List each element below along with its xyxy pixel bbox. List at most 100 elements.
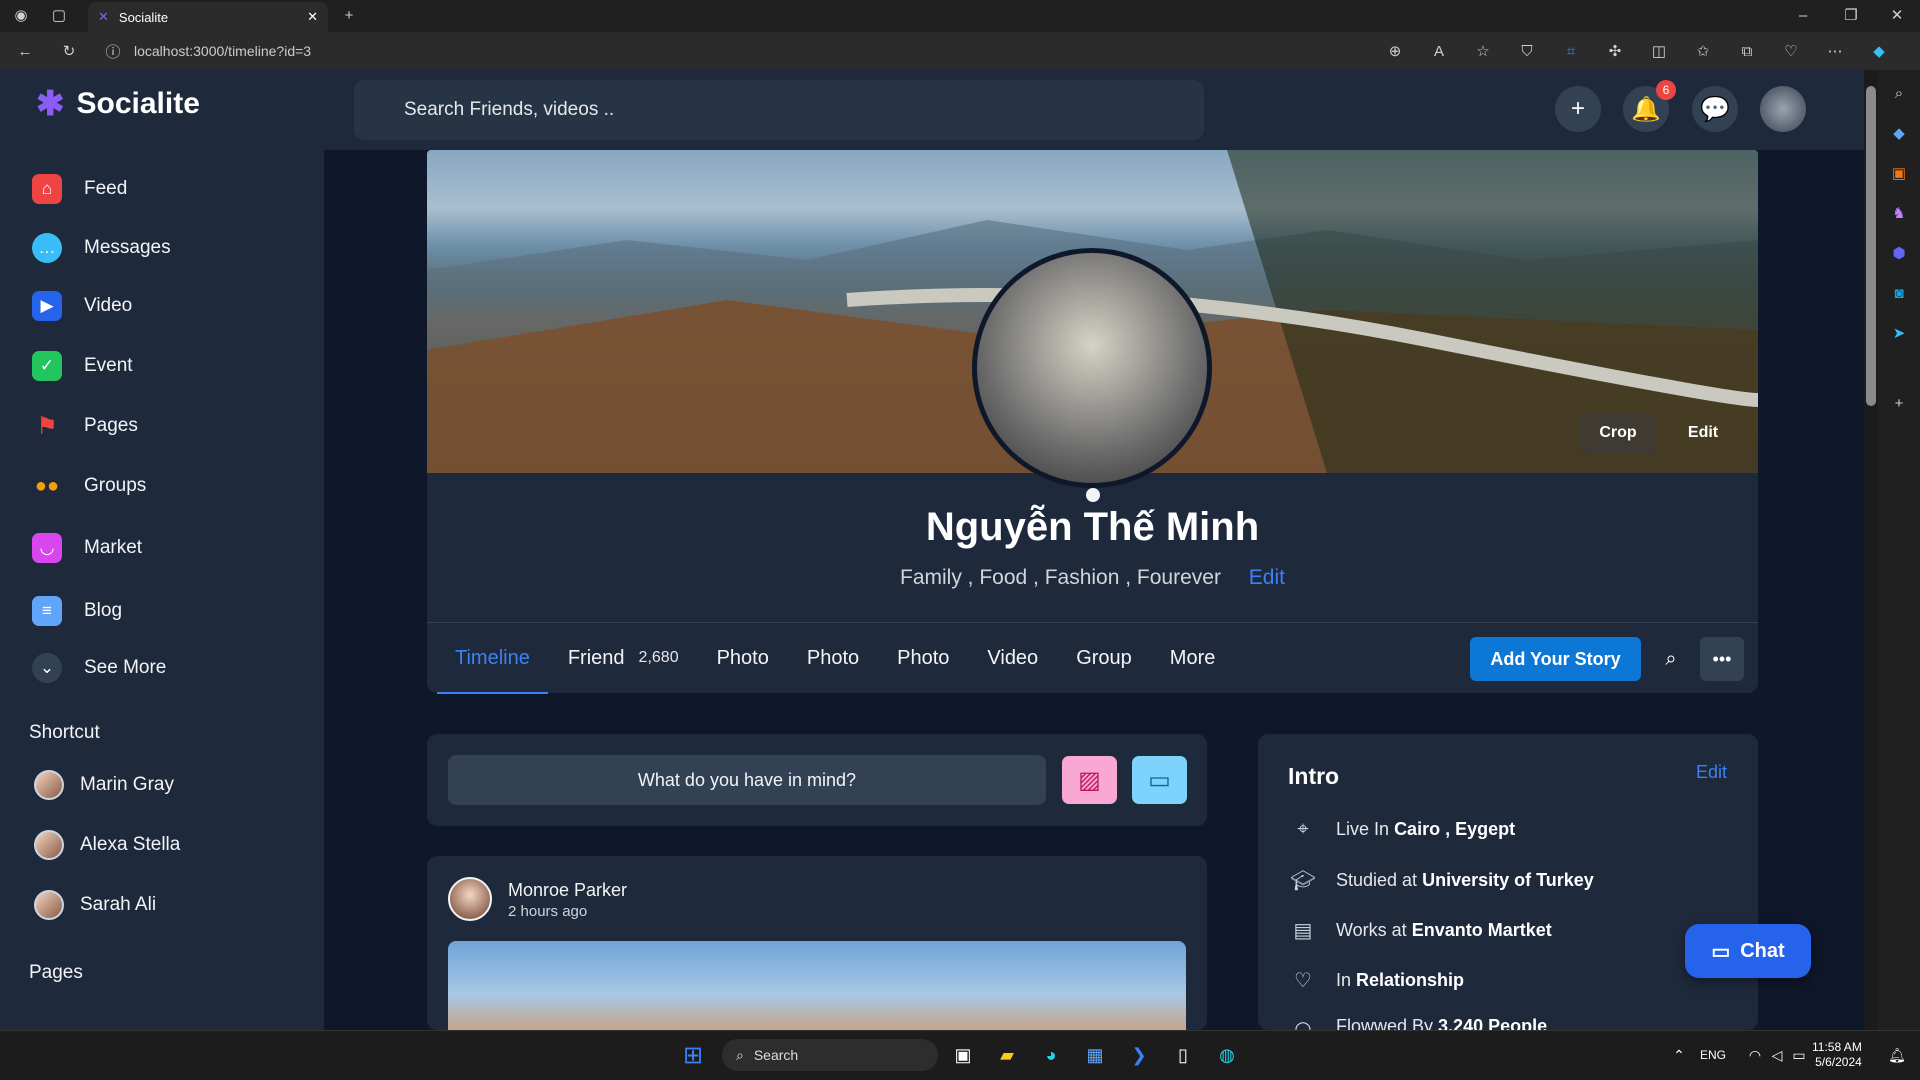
browser-tab[interactable]: ✕ Socialite ✕: [88, 2, 328, 32]
tab-more[interactable]: More: [1170, 623, 1216, 694]
taskbar-search-label: Search: [753, 1047, 799, 1063]
sidebar-item-market[interactable]: ◡ Market: [32, 533, 142, 563]
tag-icon[interactable]: ◆: [1888, 122, 1910, 144]
more-options-icon[interactable]: •••: [1700, 637, 1744, 681]
site-info-icon[interactable]: ⓘ: [102, 40, 124, 62]
profile-avatar[interactable]: [972, 248, 1212, 488]
games-icon[interactable]: ♞: [1888, 202, 1910, 224]
file-explorer-icon[interactable]: ▰: [992, 1040, 1022, 1070]
avatar: [34, 830, 64, 860]
search-input[interactable]: Search Friends, videos ..: [354, 80, 1204, 140]
tab-photo[interactable]: Photo: [807, 623, 859, 694]
composer-input[interactable]: What do you have in mind?: [448, 755, 1046, 805]
add-icon[interactable]: +: [1888, 392, 1910, 414]
url-field[interactable]: localhost:3000/timeline?id=3: [134, 43, 311, 59]
logo-text: Socialite: [76, 87, 200, 120]
tab-actions-icon[interactable]: ▢: [48, 4, 70, 26]
refresh-icon[interactable]: ↻: [58, 40, 80, 62]
video-upload-icon[interactable]: ▭: [1132, 756, 1187, 804]
search-icon[interactable]: ⌕: [1888, 82, 1910, 104]
collections-icon[interactable]: ⧉: [1736, 40, 1758, 62]
shortcut-name: Marin Gray: [80, 774, 174, 795]
sidebar-item-groups[interactable]: ●● Groups: [32, 471, 146, 501]
minimize-icon[interactable]: –: [1792, 4, 1814, 26]
favorites-icon[interactable]: ✩: [1692, 40, 1714, 62]
shortcut-item[interactable]: Sarah Ali: [34, 890, 156, 920]
sidebar-item-video[interactable]: ▶ Video: [32, 291, 132, 321]
crop-cover-button[interactable]: Crop: [1580, 413, 1656, 453]
profile-icon[interactable]: ◉: [10, 4, 32, 26]
add-story-button[interactable]: Add Your Story: [1470, 637, 1641, 681]
vscode-icon[interactable]: ❯: [1124, 1040, 1154, 1070]
shield-icon[interactable]: ⛉: [1516, 40, 1538, 62]
tab-group[interactable]: Group: [1076, 623, 1132, 694]
tab-timeline[interactable]: Timeline: [437, 623, 548, 694]
tab-video[interactable]: Video: [987, 623, 1038, 694]
shortcut-item[interactable]: Alexa Stella: [34, 830, 180, 860]
performance-icon[interactable]: ♡: [1780, 40, 1802, 62]
clock-date: 5/6/2024: [1815, 1055, 1862, 1069]
task-view-icon[interactable]: ▣: [948, 1040, 978, 1070]
edge-browser-icon[interactable]: ◕: [1036, 1040, 1066, 1070]
more-menu-icon[interactable]: ⋯: [1824, 40, 1846, 62]
tab-photo[interactable]: Photo: [717, 623, 769, 694]
windows-start-icon[interactable]: ⊞: [678, 1040, 708, 1070]
edit-tags-link[interactable]: Edit: [1249, 566, 1285, 589]
intro-edit-link[interactable]: Edit: [1696, 762, 1727, 783]
photo-upload-icon[interactable]: ▨: [1062, 756, 1117, 804]
avatar[interactable]: [448, 877, 492, 921]
logo[interactable]: ✱ Socialite: [36, 84, 200, 124]
battery-icon[interactable]: ▭: [1784, 1040, 1814, 1070]
back-icon[interactable]: ←: [14, 40, 36, 62]
copilot-icon[interactable]: ◆: [1868, 40, 1890, 62]
chat-button[interactable]: ▭ Chat: [1685, 924, 1811, 978]
restore-icon[interactable]: ❐: [1840, 4, 1862, 26]
post-image[interactable]: [448, 941, 1186, 1030]
browser-tab-bar: ◉ ▢ ✕ Socialite ✕ + – ❐ ✕: [0, 0, 1920, 32]
tab-photo[interactable]: Photo: [897, 623, 949, 694]
create-plus-icon[interactable]: +: [1555, 86, 1601, 132]
read-aloud-icon[interactable]: A: [1428, 40, 1450, 62]
sidebar-item-messages[interactable]: … Messages: [32, 233, 171, 263]
messages-icon[interactable]: 💬: [1692, 86, 1738, 132]
clock[interactable]: 11:58 AM 5/6/2024: [1812, 1040, 1862, 1070]
sidebar-item-see-more[interactable]: ⌄ See More: [32, 653, 166, 683]
user-avatar[interactable]: [1760, 86, 1806, 132]
favorite-star-icon[interactable]: ☆: [1472, 40, 1494, 62]
shortcut-item[interactable]: Marin Gray: [34, 770, 174, 800]
toolbox-icon[interactable]: ▣: [1888, 162, 1910, 184]
chat-label: Chat: [1740, 939, 1785, 962]
language-indicator[interactable]: ENG: [1700, 1048, 1726, 1062]
extensions-icon[interactable]: ✣: [1604, 40, 1626, 62]
tab-label: Photo: [716, 646, 769, 669]
close-tab-icon[interactable]: ✕: [307, 9, 318, 25]
search-icon[interactable]: ⌕: [1656, 637, 1686, 681]
taskbar-search[interactable]: ⌕ Search: [722, 1039, 938, 1071]
notification-badge: 6: [1656, 80, 1676, 100]
outlook-icon[interactable]: ◙: [1888, 282, 1910, 304]
avatar: [34, 770, 64, 800]
edit-cover-button[interactable]: Edit: [1666, 413, 1740, 453]
chevron-up-icon[interactable]: ⌃: [1664, 1040, 1694, 1070]
tab-friend[interactable]: Friend 2,680: [568, 623, 679, 694]
sidebar-item-pages[interactable]: ⚑ Pages: [32, 411, 138, 441]
send-icon[interactable]: ➤: [1888, 322, 1910, 344]
intro-value: 3,240 People: [1438, 1016, 1548, 1030]
terminal-icon[interactable]: ▯: [1168, 1040, 1198, 1070]
scrollbar-thumb[interactable]: [1866, 86, 1876, 406]
sidebar-item-event[interactable]: ✓ Event: [32, 351, 133, 381]
crop-extension-icon[interactable]: ⌗: [1560, 40, 1582, 62]
sidebar-item-blog[interactable]: ≡ Blog: [32, 596, 122, 626]
post-author[interactable]: Monroe Parker: [508, 880, 627, 901]
new-tab-icon[interactable]: +: [338, 4, 360, 26]
zoom-icon[interactable]: ⊕: [1384, 40, 1406, 62]
profile-name: Nguyễn Thế Minh: [925, 505, 1260, 549]
split-screen-icon[interactable]: ◫: [1648, 40, 1670, 62]
copilot-app-icon[interactable]: ⬢: [1888, 242, 1910, 264]
shopping-bag-icon: ◡: [32, 533, 62, 563]
chrome-like-app-icon[interactable]: ◍: [1212, 1040, 1242, 1070]
store-icon[interactable]: ▦: [1080, 1040, 1110, 1070]
close-window-icon[interactable]: ✕: [1886, 4, 1908, 26]
sidebar-item-feed[interactable]: ⌂ Feed: [32, 174, 127, 204]
notification-bell-icon[interactable]: 🔔︎: [1882, 1040, 1912, 1070]
